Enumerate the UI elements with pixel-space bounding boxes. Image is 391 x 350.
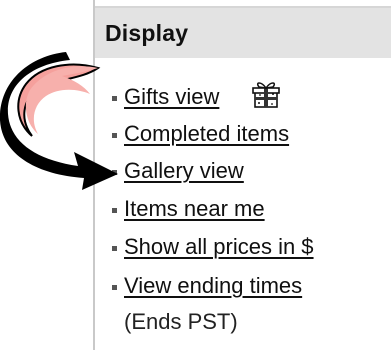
panel-title: Display: [105, 20, 189, 46]
display-panel-screenshot: Display Gifts view Completed items Galle…: [0, 0, 391, 350]
bullet-icon: [112, 208, 117, 213]
view-ending-times-link[interactable]: View ending times: [124, 273, 302, 299]
curved-pointer-arrow-icon: [0, 52, 118, 190]
panel-header: Display: [95, 6, 391, 58]
gifts-view-link[interactable]: Gifts view: [124, 84, 219, 110]
items-near-me-link[interactable]: Items near me: [124, 196, 265, 222]
bullet-icon: [112, 246, 117, 251]
gallery-view-link[interactable]: Gallery view: [124, 158, 244, 184]
ends-pst-note: (Ends PST): [124, 309, 238, 334]
bullet-icon: [112, 285, 117, 290]
show-all-prices-link[interactable]: Show all prices in $: [124, 234, 314, 260]
gift-icon: [252, 82, 280, 108]
completed-items-link[interactable]: Completed items: [124, 121, 289, 147]
display-panel: Display Gifts view Completed items Galle…: [95, 0, 391, 350]
